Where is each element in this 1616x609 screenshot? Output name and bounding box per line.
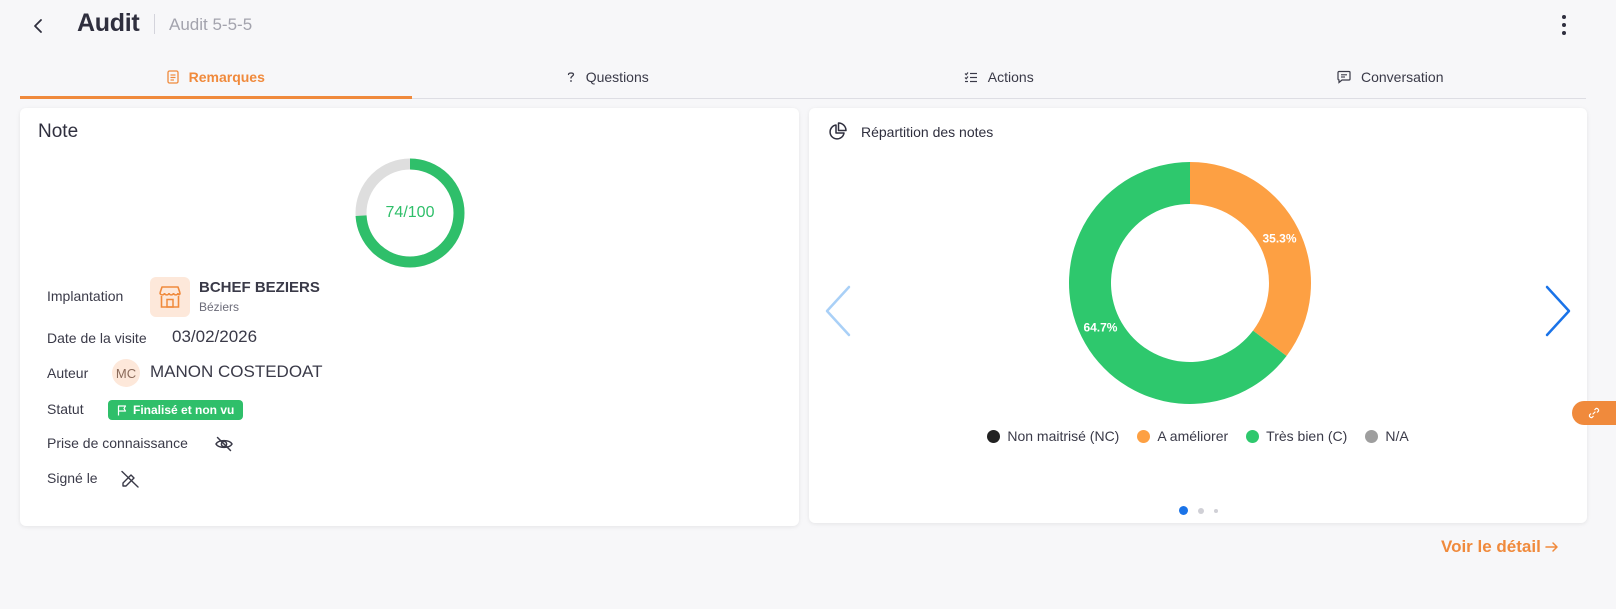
view-detail-label: Voir le détail (1441, 537, 1541, 556)
checklist-icon (964, 71, 978, 84)
donut-slice[interactable] (1190, 162, 1311, 356)
legend-swatch (1365, 429, 1379, 443)
signed-label: Signé le (47, 470, 98, 486)
tab-label: Conversation (1361, 69, 1444, 85)
tab-conversation[interactable]: Conversation (1195, 60, 1587, 98)
store-icon (150, 277, 190, 317)
carousel-dot-3[interactable] (1213, 508, 1218, 513)
carousel-next-button[interactable] (1541, 283, 1575, 339)
implantation-city: Béziers (199, 300, 240, 314)
flag-icon (117, 404, 127, 415)
page-subtitle: Audit 5-5-5 (169, 15, 253, 34)
tab-label: Remarques (188, 69, 265, 85)
chevron-left-icon (34, 19, 42, 33)
tab-label: Actions (987, 69, 1034, 85)
eye-slash-icon[interactable] (214, 434, 234, 454)
chart-legend: Non maitrisé (NC) A améliorer Très bien … (809, 428, 1587, 444)
header: Audit Audit 5-5-5 (0, 0, 1616, 50)
tab-actions[interactable]: Actions (803, 60, 1195, 98)
tab-label: Questions (585, 69, 649, 85)
more-dot (1562, 15, 1566, 19)
legend-item-na[interactable]: N/A (1365, 428, 1409, 444)
title-divider (154, 14, 155, 34)
legend-item-ameliorer[interactable]: A améliorer (1137, 428, 1228, 444)
chart-card: Répartition des notes 35.3% 64.7% Non mai… (809, 108, 1587, 523)
legend-label: N/A (1385, 428, 1409, 444)
implantation-name: BCHEF BEZIERS (199, 279, 320, 296)
status-badge: Finalisé et non vu (108, 400, 244, 420)
visit-date-value: 03/02/2026 (172, 327, 258, 346)
page-title: Audit (77, 9, 140, 37)
question-icon (566, 70, 576, 84)
status-text: Finalisé et non vu (133, 403, 235, 417)
tab-questions[interactable]: Questions (412, 60, 804, 98)
floating-link-button[interactable] (1572, 401, 1616, 425)
visit-date-label: Date de la visite (47, 330, 147, 346)
document-icon (166, 70, 179, 84)
legend-swatch (1137, 429, 1151, 443)
tab-bar: Remarques Questions Actions Conversation (20, 60, 1586, 99)
carousel-dot-2[interactable] (1197, 507, 1204, 514)
note-card: Note 74/100 Implantation BCHEF BEZIERS B… (20, 108, 799, 526)
legend-swatch (1246, 429, 1260, 443)
author-name: MANON COSTEDOAT (150, 362, 323, 381)
chart-title: Répartition des notes (861, 124, 994, 140)
donut-chart: 35.3% 64.7% (1069, 162, 1311, 404)
donut-slice-label: 64.7% (1083, 321, 1117, 335)
score-value: 74/100 (385, 204, 435, 221)
arrow-right-icon (1545, 542, 1558, 552)
more-options-button[interactable] (1556, 12, 1572, 38)
legend-label: Non maitrisé (NC) (1007, 428, 1120, 444)
back-button[interactable] (26, 10, 50, 42)
carousel-dot-1[interactable] (1178, 506, 1188, 515)
avatar: MC (112, 359, 140, 387)
more-dot (1562, 31, 1566, 35)
legend-label: A améliorer (1157, 428, 1229, 444)
legend-swatch (987, 429, 1001, 443)
carousel-prev-button[interactable] (821, 283, 855, 339)
tab-remarques[interactable]: Remarques (20, 60, 412, 99)
implantation-label: Implantation (47, 288, 124, 304)
view-detail-link[interactable]: Voir le détail (1441, 537, 1559, 557)
acknowledgement-label: Prise de connaissance (47, 435, 188, 451)
link-icon (1588, 407, 1600, 419)
legend-item-tres-bien[interactable]: Très bien (C) (1246, 428, 1347, 444)
note-title: Note (38, 121, 79, 142)
status-label: Statut (47, 401, 84, 417)
chat-icon (1337, 70, 1351, 84)
carousel-dots (809, 506, 1587, 515)
signature-off-icon (121, 470, 139, 488)
donut-slice-label: 35.3% (1263, 231, 1297, 245)
legend-item-nc[interactable]: Non maitrisé (NC) (987, 428, 1119, 444)
legend-label: Très bien (C) (1266, 428, 1348, 444)
pie-chart-icon (829, 122, 847, 140)
more-dot (1562, 23, 1566, 27)
author-label: Auteur (47, 365, 89, 381)
